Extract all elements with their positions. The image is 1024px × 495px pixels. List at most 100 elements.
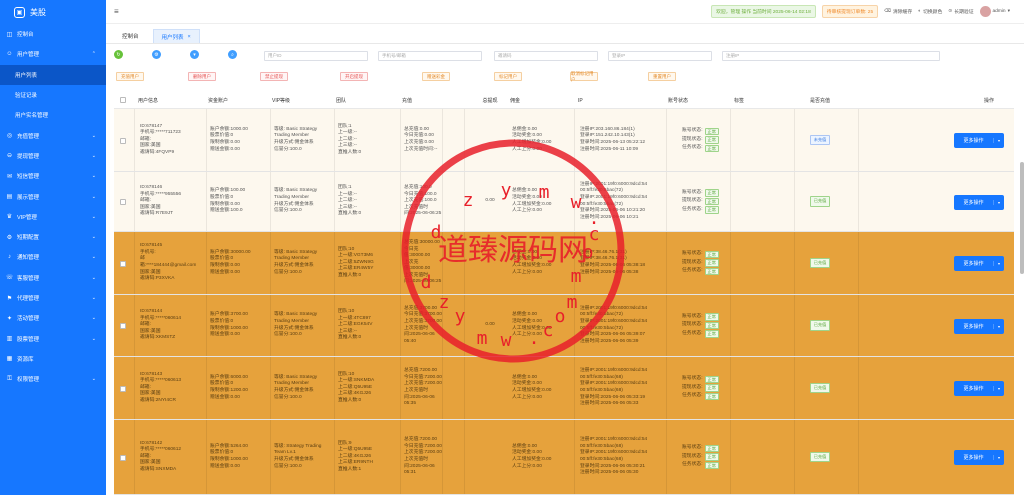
more-actions-button[interactable]: 更多操作 ▾ xyxy=(954,256,1004,271)
clear-cache-label: 清除缓存 xyxy=(892,10,913,15)
cell-line: 信誉分:100.0 xyxy=(274,394,302,400)
vertical-scrollbar[interactable] xyxy=(1020,162,1024,274)
sidebar-item[interactable]: ♛ VIP管理 ⌄ xyxy=(0,207,106,227)
cell-line: 手机号:*****060612 xyxy=(140,447,182,453)
table-header: 用户信息 资金账户 VIP等级 团队 充值 总提现 佣金 IP 账号状态 标签 是否充值 操作 xyxy=(114,92,1014,109)
sidebar-item[interactable]: 用户实名管理 xyxy=(0,105,106,125)
chevron-icon: ⌄ xyxy=(91,173,96,180)
cell-fund: 账户余额:100.00 股票价值:0 限制余额:0.00 赠送金额:100.0 xyxy=(210,172,270,231)
cell-line: 直推人数:0 xyxy=(338,211,362,217)
status-label: 账号状态: xyxy=(682,251,703,257)
sidebar-item-label: 资源库 xyxy=(17,356,34,363)
sidebar-item[interactable]: ◎ 充值管理 ⌄ xyxy=(0,125,106,145)
menu-toggle-icon[interactable]: ≡ xyxy=(114,7,119,16)
action-button[interactable]: 标记用户 xyxy=(494,72,522,81)
row-checkbox[interactable] xyxy=(120,137,126,144)
filter-input[interactable]: 手机号/邮箱 xyxy=(378,51,482,61)
sidebar-item[interactable]: ▥ 股票管理 ⌄ xyxy=(0,328,106,348)
row-checkbox[interactable] xyxy=(120,454,126,461)
action-button[interactable]: 赠送彩金 xyxy=(422,72,450,81)
cell-team: 团队:9 上一级:Q5U95E 上二级:4KGJ26 上三级:ER9NTH 直推人数:1 xyxy=(338,420,402,494)
action-button[interactable]: 取消标记用户 xyxy=(570,71,598,82)
vip-icon: ♛ xyxy=(6,214,13,221)
select-all-checkbox[interactable] xyxy=(120,97,126,103)
cell-vip: 等级: Basic Strategy Trading Member 升级方式:佣金… xyxy=(274,357,334,419)
toggle-theme-button[interactable]: ◐ 切换颜色 xyxy=(918,8,942,15)
cell-line: 上次充值时间:-- xyxy=(404,146,438,152)
status-badge: 正常 xyxy=(704,375,719,384)
cell-line: 上二级:-- xyxy=(338,198,357,204)
more-actions-button[interactable]: 更多操作 ▾ xyxy=(954,318,1004,334)
sidebar-item[interactable]: ⚑ 代理管理 ⌄ xyxy=(0,288,106,308)
status-badge: 正常 xyxy=(704,453,719,461)
sidebar-item-label: 股票管理 xyxy=(17,336,40,343)
sidebar-item[interactable]: ▦ 资源库 xyxy=(0,349,106,369)
gear-icon[interactable]: ⚙ xyxy=(152,50,161,59)
action-button[interactable]: 删除用户 xyxy=(188,72,216,81)
sidebar-item[interactable]: ⚿ 权限管理 ⌄ xyxy=(0,369,106,389)
sidebar-item[interactable]: ⊖ 提现管理 ⌄ xyxy=(0,146,106,166)
status-label: 提现状态: xyxy=(682,453,703,459)
more-actions-label: 更多操作 xyxy=(963,261,984,267)
action-button[interactable]: 重置用户 xyxy=(648,72,676,81)
tab-item[interactable]: 控制台 xyxy=(114,29,147,43)
cell-status: 账号状态: 正常 提现状态: 正常 任务状态: 正常 xyxy=(682,420,730,494)
cell-line: 邀请码:XKMSTZ xyxy=(140,335,176,341)
sidebar-item[interactable]: ✉ 短信管理 ⌄ xyxy=(0,166,106,186)
sidebar-item[interactable]: ⚙ 短期配置 ⌄ xyxy=(0,227,106,247)
sidebar-item[interactable]: 用户列表 xyxy=(0,64,106,85)
sidebar-item[interactable]: ☏ 客服管理 ⌄ xyxy=(0,268,106,288)
row-checkbox[interactable] xyxy=(120,199,126,205)
sidebar-item[interactable]: ◫ 控制台 xyxy=(0,24,106,44)
tab-item[interactable]: 用户列表 × xyxy=(152,29,200,43)
filter-input[interactable]: 登录IP xyxy=(608,51,712,61)
cell-line: 股票价值:0 xyxy=(210,256,234,262)
cell-commission: 总佣金:0.00 活动奖金:0.00 人工增加奖金:0.00 人工上分:0.00 xyxy=(512,232,572,294)
action-bar: 充值用户 删除用户 禁止提现 开启提现 赠送彩金 标记用户 取消标记用户 重置用户 xyxy=(106,68,1024,86)
search-icon[interactable]: ⌕ xyxy=(228,50,237,59)
cell-line: 股票价值:0 xyxy=(210,450,234,456)
action-button[interactable]: 禁止提现 xyxy=(260,72,288,81)
cell-line: 限制余额:1000.00 xyxy=(210,457,248,462)
row-checkbox[interactable] xyxy=(120,385,126,392)
clear-cache-button[interactable]: ⌫ 清除缓存 xyxy=(884,8,912,15)
sidebar-item[interactable]: ☺ 用户管理 ⌃ xyxy=(0,44,106,64)
cell-line: 股票价值:0 xyxy=(210,318,234,324)
cell-vip: 等级: Basic Strategy Trading Member 升级方式:佣金… xyxy=(274,295,334,356)
sidebar-item[interactable]: ♪ 通知管理 ⌄ xyxy=(0,247,106,267)
more-actions-button[interactable]: 更多操作 ▾ xyxy=(954,133,1004,148)
status-label: 账号状态: xyxy=(682,313,703,319)
action-button[interactable]: 开启提现 xyxy=(340,72,368,81)
chevron-down-icon[interactable]: ▾ xyxy=(190,50,199,59)
more-actions-button[interactable]: 更多操作 ▾ xyxy=(954,450,1004,465)
cell-line: 邮箱: xyxy=(140,198,151,204)
filter-input[interactable]: 邀请码 xyxy=(494,51,598,61)
filter-input[interactable]: 注册IP xyxy=(722,51,940,61)
user-menu[interactable]: admin ▾ xyxy=(979,6,1010,17)
cell-line: 人工上分:0.00 xyxy=(512,269,542,275)
close-icon[interactable]: × xyxy=(188,34,191,40)
cell-line: 限制余额:1200.00 xyxy=(210,388,248,393)
cell-line: 00:5ff:fe30:5bac(68) xyxy=(580,457,623,462)
brand[interactable]: ▣ 美股 xyxy=(0,0,106,24)
user-table: 用户信息 资金账户 VIP等级 团队 充值 总提现 佣金 IP 账号状态 标签 是否充值 操作 ID:… xyxy=(114,92,1014,495)
status-label: 任务状态: xyxy=(682,330,703,336)
status-badge: 正常 xyxy=(704,197,719,206)
sidebar-item[interactable]: 验证记录 xyxy=(0,85,106,105)
action-button[interactable]: 充值用户 xyxy=(116,72,144,81)
pending-withdraw-notice[interactable]: 待审核提现订单数: 25 xyxy=(821,5,879,18)
more-actions-button[interactable]: 更多操作 ▾ xyxy=(954,194,1004,210)
filter-input[interactable]: 用户ID xyxy=(264,51,368,61)
lock-button[interactable]: ⊙ 长期验证 xyxy=(948,8,973,15)
cell-user: ID:678143 手机号:*****060613 邮箱: 国家:美国 邀请码:2NYI… xyxy=(140,357,196,419)
row-checkbox[interactable] xyxy=(120,323,126,329)
status-label: 账号状态: xyxy=(682,128,703,134)
more-actions-button[interactable]: 更多操作 ▾ xyxy=(954,381,1004,396)
column-header: 资金账户 xyxy=(208,98,229,104)
sidebar-item[interactable]: ▤ 展示管理 ⌄ xyxy=(0,186,106,206)
refresh-icon[interactable]: ↻ xyxy=(114,50,123,59)
sidebar-item[interactable]: ✦ 活动管理 ⌄ xyxy=(0,308,106,328)
sidebar-item-label: 客服管理 xyxy=(17,275,40,282)
cell-user: ID:678142 手机号:*****060612 邮箱: 国家:美国 邀请码:SNXM… xyxy=(140,420,196,494)
row-checkbox[interactable] xyxy=(120,260,126,267)
